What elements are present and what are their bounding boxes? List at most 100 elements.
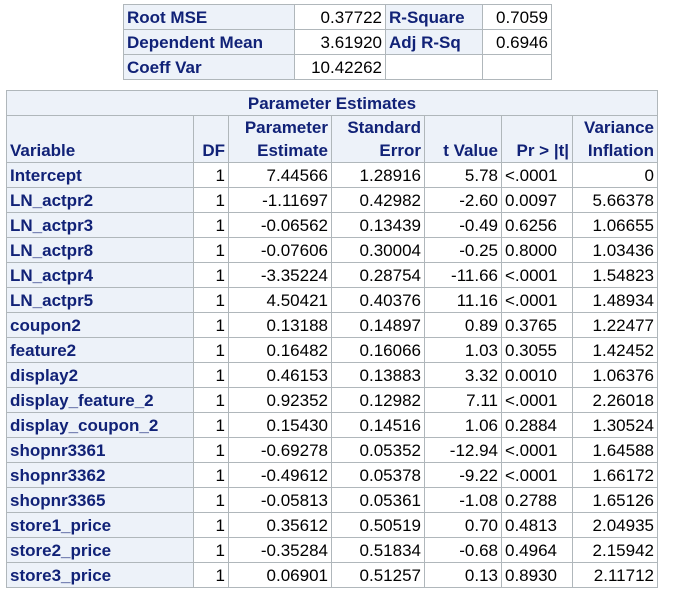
variable-name: display_feature_2 bbox=[6, 387, 194, 413]
vif-cell: 1.65126 bbox=[572, 487, 658, 513]
estimate-cell: -0.07606 bbox=[228, 237, 332, 263]
p-value-cell: <.0001 bbox=[501, 287, 573, 313]
stderr-cell: 0.42982 bbox=[331, 187, 425, 213]
table-row: display_feature_2 1 0.92352 0.12982 7.11 <.00… bbox=[6, 387, 658, 413]
table-row: display2 1 0.46153 0.13883 3.32 0.0010 1.06376 bbox=[6, 362, 658, 388]
fit-stat-label: Coeff Var bbox=[123, 54, 295, 80]
t-value-cell: 1.06 bbox=[424, 412, 502, 438]
fit-statistics-table: Root MSE 0.37722 R-Square 0.7059 Dependent M… bbox=[123, 4, 552, 80]
estimate-cell: -0.69278 bbox=[228, 437, 332, 463]
df-cell: 1 bbox=[193, 262, 229, 288]
variable-name: display_coupon_2 bbox=[6, 412, 194, 438]
df-cell: 1 bbox=[193, 562, 229, 588]
fit-statistics-row: Dependent Mean 3.61920 Adj R-Sq 0.6946 bbox=[123, 29, 552, 55]
estimate-cell: -0.06562 bbox=[228, 212, 332, 238]
df-cell: 1 bbox=[193, 237, 229, 263]
vif-cell: 1.42452 bbox=[572, 337, 658, 363]
fit-stat-label: Dependent Mean bbox=[123, 29, 295, 55]
stderr-cell: 0.05378 bbox=[331, 462, 425, 488]
estimate-cell: -1.11697 bbox=[228, 187, 332, 213]
table-row: store3_price 1 0.06901 0.51257 0.13 0.8930 2.1… bbox=[6, 562, 658, 588]
fit-stat-value: 0.7059 bbox=[482, 4, 552, 30]
header-variance-inflation: Variance Inflation bbox=[572, 115, 658, 163]
df-cell: 1 bbox=[193, 212, 229, 238]
table-row: shopnr3362 1 -0.49612 0.05378 -9.22 <.0001 1.6… bbox=[6, 462, 658, 488]
p-value-cell: 0.2884 bbox=[501, 412, 573, 438]
table-row: shopnr3361 1 -0.69278 0.05352 -12.94 <.0001 1.… bbox=[6, 437, 658, 463]
p-value-cell: 0.8000 bbox=[501, 237, 573, 263]
fit-stat-value: 0.37722 bbox=[294, 4, 386, 30]
vif-cell: 2.04935 bbox=[572, 512, 658, 538]
t-value-cell: 0.89 bbox=[424, 312, 502, 338]
vif-cell: 1.03436 bbox=[572, 237, 658, 263]
vif-cell: 2.26018 bbox=[572, 387, 658, 413]
fit-statistics-row: Coeff Var 10.42262 bbox=[123, 54, 552, 80]
t-value-cell: 7.11 bbox=[424, 387, 502, 413]
table-row: LN_actpr4 1 -3.35224 0.28754 -11.66 <.0001 1.5… bbox=[6, 262, 658, 288]
df-cell: 1 bbox=[193, 287, 229, 313]
t-value-cell: 0.13 bbox=[424, 562, 502, 588]
variable-name: feature2 bbox=[6, 337, 194, 363]
parameter-estimates-body: Intercept 1 7.44566 1.28916 5.78 <.0001 0 LN_ac… bbox=[6, 162, 658, 588]
variable-name: store3_price bbox=[6, 562, 194, 588]
table-row: Intercept 1 7.44566 1.28916 5.78 <.0001 0 bbox=[6, 162, 658, 188]
df-cell: 1 bbox=[193, 362, 229, 388]
parameter-estimates-table: Parameter Estimates Variable DF Paramete… bbox=[6, 90, 658, 588]
t-value-cell: -0.49 bbox=[424, 212, 502, 238]
vif-cell: 1.48934 bbox=[572, 287, 658, 313]
fit-statistics-body: Root MSE 0.37722 R-Square 0.7059 Dependent M… bbox=[123, 4, 552, 80]
df-cell: 1 bbox=[193, 512, 229, 538]
stderr-cell: 0.28754 bbox=[331, 262, 425, 288]
df-cell: 1 bbox=[193, 387, 229, 413]
p-value-cell: <.0001 bbox=[501, 262, 573, 288]
variable-name: store1_price bbox=[6, 512, 194, 538]
vif-cell: 1.66172 bbox=[572, 462, 658, 488]
table-row: LN_actpr5 1 4.50421 0.40376 11.16 <.0001 1.489… bbox=[6, 287, 658, 313]
variable-name: LN_actpr4 bbox=[6, 262, 194, 288]
t-value-cell: 5.78 bbox=[424, 162, 502, 188]
t-value-cell: -2.60 bbox=[424, 187, 502, 213]
table-row: LN_actpr3 1 -0.06562 0.13439 -0.49 0.6256 1.06… bbox=[6, 212, 658, 238]
fit-stat-value: 10.42262 bbox=[294, 54, 386, 80]
estimate-cell: -3.35224 bbox=[228, 262, 332, 288]
fit-stat-value: 3.61920 bbox=[294, 29, 386, 55]
t-value-cell: 11.16 bbox=[424, 287, 502, 313]
p-value-cell: 0.3055 bbox=[501, 337, 573, 363]
parameter-estimates-head: Parameter Estimates Variable DF Paramete… bbox=[6, 90, 658, 163]
table-row: LN_actpr2 1 -1.11697 0.42982 -2.60 0.0097 5.66… bbox=[6, 187, 658, 213]
fit-stat-label bbox=[385, 54, 483, 80]
table-row: display_coupon_2 1 0.15430 0.14516 1.06 0.288… bbox=[6, 412, 658, 438]
t-value-cell: -9.22 bbox=[424, 462, 502, 488]
variable-name: LN_actpr5 bbox=[6, 287, 194, 313]
t-value-cell: -12.94 bbox=[424, 437, 502, 463]
vif-cell: 2.11712 bbox=[572, 562, 658, 588]
stderr-cell: 0.05361 bbox=[331, 487, 425, 513]
t-value-cell: -0.68 bbox=[424, 537, 502, 563]
stderr-cell: 0.14897 bbox=[331, 312, 425, 338]
header-variable: Variable bbox=[6, 115, 194, 163]
fit-stat-label: R-Square bbox=[385, 4, 483, 30]
estimate-cell: 0.15430 bbox=[228, 412, 332, 438]
stderr-cell: 0.16066 bbox=[331, 337, 425, 363]
estimate-cell: 4.50421 bbox=[228, 287, 332, 313]
fit-statistics-row: Root MSE 0.37722 R-Square 0.7059 bbox=[123, 4, 552, 30]
estimate-cell: 0.16482 bbox=[228, 337, 332, 363]
variable-name: LN_actpr8 bbox=[6, 237, 194, 263]
stderr-cell: 1.28916 bbox=[331, 162, 425, 188]
vif-cell: 5.66378 bbox=[572, 187, 658, 213]
t-value-cell: -0.25 bbox=[424, 237, 502, 263]
fit-stat-value: 0.6946 bbox=[482, 29, 552, 55]
estimate-cell: 7.44566 bbox=[228, 162, 332, 188]
df-cell: 1 bbox=[193, 312, 229, 338]
estimate-cell: 0.46153 bbox=[228, 362, 332, 388]
stderr-cell: 0.51834 bbox=[331, 537, 425, 563]
t-value-cell: 3.32 bbox=[424, 362, 502, 388]
p-value-cell: <.0001 bbox=[501, 162, 573, 188]
fit-stat-label: Adj R-Sq bbox=[385, 29, 483, 55]
p-value-cell: 0.2788 bbox=[501, 487, 573, 513]
df-cell: 1 bbox=[193, 337, 229, 363]
t-value-cell: -1.08 bbox=[424, 487, 502, 513]
p-value-cell: <.0001 bbox=[501, 462, 573, 488]
variable-name: shopnr3362 bbox=[6, 462, 194, 488]
p-value-cell: 0.6256 bbox=[501, 212, 573, 238]
